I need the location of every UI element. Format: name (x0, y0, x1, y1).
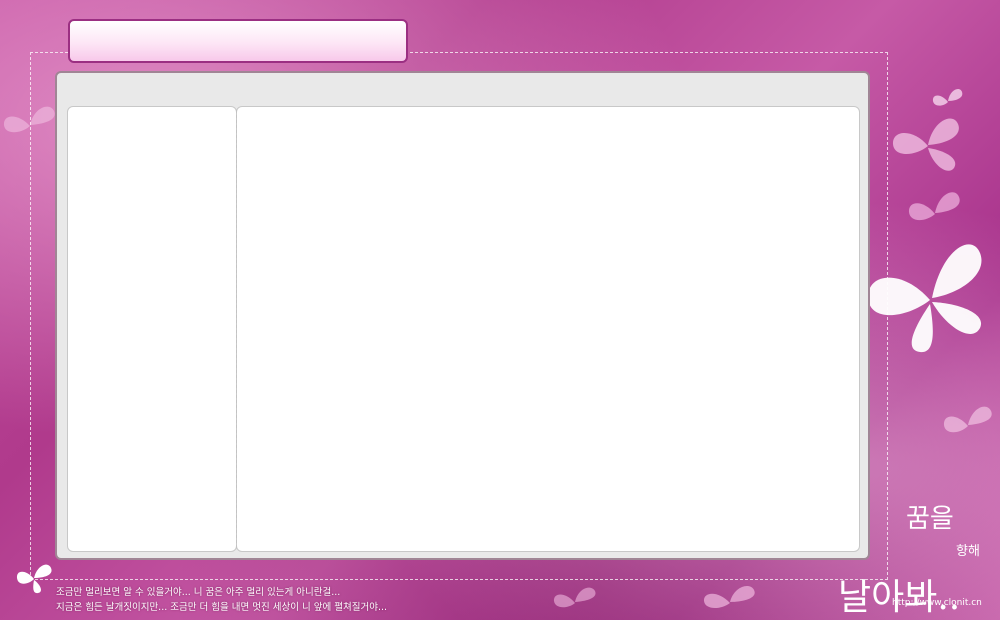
footer-text-line-1: 조금만 멀리보면 알 수 있을거야... 니 꿈은 아주 멀리 있는게 아니란걸… (56, 587, 341, 598)
wallpaper-background: 조금만 멀리보면 알 수 있을거야... 니 꿈은 아주 멀리 있는게 아니란걸… (0, 0, 1000, 620)
butterfly-icon (553, 587, 596, 608)
footer-text-line-2: 지금은 힘든 날개짓이지만... 조금만 더 힘을 내면 멋진 세상이 니 앞에… (56, 602, 388, 613)
watermark-url: http://www.clonit.cn (892, 598, 982, 608)
butterfly-icon (943, 406, 992, 433)
decorative-text: 향해 (956, 544, 980, 559)
butterfly-icon (908, 192, 960, 221)
decorative-text: 꿈을 (906, 504, 954, 534)
butterfly-icon (892, 118, 959, 171)
book-spine-divider (236, 110, 237, 548)
decorative-text: 날아봐.. (838, 577, 961, 618)
left-pane (67, 106, 237, 552)
main-pane (236, 106, 860, 552)
title-bar (68, 19, 408, 63)
butterfly-icon (932, 89, 963, 106)
butterfly-icon (703, 586, 755, 609)
